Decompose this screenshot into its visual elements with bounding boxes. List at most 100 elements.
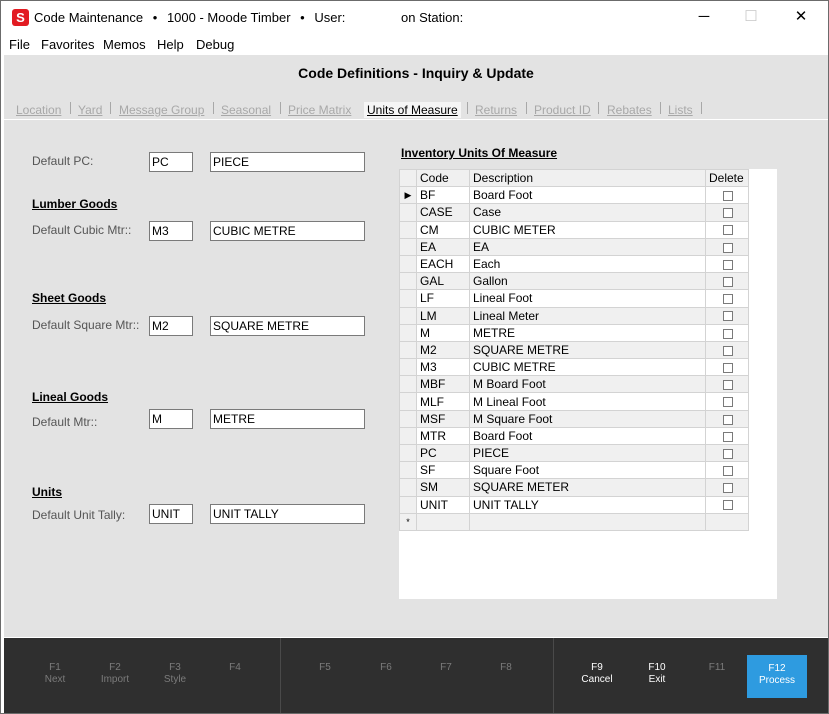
row-selector[interactable] xyxy=(399,323,417,342)
default-square-mtr-code-input[interactable] xyxy=(149,316,193,336)
description-cell[interactable]: Square Foot xyxy=(469,461,706,480)
table-row[interactable]: SF Square Foot xyxy=(399,461,749,480)
table-row[interactable]: CASE Case xyxy=(399,203,749,222)
delete-checkbox[interactable] xyxy=(723,448,733,459)
delete-checkbox[interactable] xyxy=(723,311,733,322)
delete-cell[interactable] xyxy=(705,358,749,377)
row-selector[interactable] xyxy=(399,426,417,446)
table-row[interactable]: M METRE xyxy=(399,323,749,342)
menu-memos[interactable]: Memos xyxy=(103,37,146,52)
tab-units-of-measure[interactable]: Units of Measure xyxy=(364,102,461,118)
default-cubic-mtr-code-input[interactable] xyxy=(149,221,193,241)
fkey-f3-button[interactable]: F3 Style xyxy=(145,662,205,686)
description-cell[interactable]: M Square Foot xyxy=(469,409,706,428)
tab-location[interactable]: Location xyxy=(16,103,61,117)
tab-seasonal[interactable]: Seasonal xyxy=(221,103,271,117)
table-row[interactable]: ▶ BF Board Foot xyxy=(399,186,749,205)
delete-cell[interactable] xyxy=(705,478,749,497)
delete-checkbox[interactable] xyxy=(723,414,733,425)
fkey-f8-button[interactable]: F8 xyxy=(476,662,536,674)
table-row[interactable]: M3 CUBIC METRE xyxy=(399,358,749,377)
delete-cell[interactable] xyxy=(705,495,749,514)
row-selector[interactable] xyxy=(399,478,417,497)
description-cell[interactable]: SQUARE METER xyxy=(469,478,706,497)
description-cell[interactable]: M Board Foot xyxy=(469,375,706,394)
delete-cell[interactable] xyxy=(705,392,749,411)
table-row[interactable]: MBF M Board Foot xyxy=(399,375,749,394)
default-mtr-description-input[interactable] xyxy=(210,409,365,429)
minimize-icon[interactable]: ─ xyxy=(681,1,727,33)
table-row[interactable]: LM Lineal Meter xyxy=(399,306,749,325)
default-mtr-code-input[interactable] xyxy=(149,409,193,429)
row-selector[interactable] xyxy=(399,358,417,377)
new-row[interactable]: * xyxy=(399,512,749,531)
description-cell[interactable]: CUBIC METRE xyxy=(469,358,706,377)
code-cell[interactable]: CM xyxy=(416,220,470,239)
fkey-f11-button[interactable]: F11 xyxy=(687,662,747,674)
description-cell[interactable]: SQUARE METRE xyxy=(469,340,706,360)
row-selector[interactable]: ▶ xyxy=(399,186,417,205)
row-selector[interactable] xyxy=(399,237,417,256)
code-cell[interactable]: MTR xyxy=(416,426,470,446)
delete-cell[interactable] xyxy=(705,237,749,256)
menu-help[interactable]: Help xyxy=(157,37,184,52)
table-row[interactable]: SM SQUARE METER xyxy=(399,478,749,497)
fkey-f1-button[interactable]: F1 Next xyxy=(25,662,85,686)
description-cell[interactable]: EA xyxy=(469,237,706,256)
new-row-marker[interactable]: * xyxy=(399,512,417,531)
delete-checkbox[interactable] xyxy=(723,483,733,494)
tab-price-matrix[interactable]: Price Matrix xyxy=(288,103,351,117)
description-cell[interactable]: CUBIC METER xyxy=(469,220,706,239)
delete-checkbox[interactable] xyxy=(723,225,733,236)
tab-returns[interactable]: Returns xyxy=(475,103,517,117)
delete-cell[interactable] xyxy=(705,186,749,205)
default-cubic-mtr-description-input[interactable] xyxy=(210,221,365,241)
code-cell[interactable]: GAL xyxy=(416,272,470,291)
default-pc-description-input[interactable] xyxy=(210,152,365,172)
code-cell[interactable]: UNIT xyxy=(416,495,470,514)
code-cell[interactable]: EACH xyxy=(416,254,470,274)
description-cell[interactable]: Lineal Meter xyxy=(469,306,706,325)
description-cell[interactable] xyxy=(469,512,706,531)
row-selector[interactable] xyxy=(399,220,417,239)
code-cell[interactable]: M3 xyxy=(416,358,470,377)
code-cell[interactable]: MSF xyxy=(416,409,470,428)
table-row[interactable]: GAL Gallon xyxy=(399,272,749,291)
delete-checkbox[interactable] xyxy=(723,345,733,356)
row-selector[interactable] xyxy=(399,461,417,480)
code-cell[interactable]: M2 xyxy=(416,340,470,360)
column-header-code[interactable]: Code xyxy=(416,168,470,188)
description-cell[interactable]: METRE xyxy=(469,323,706,342)
column-header-description[interactable]: Description xyxy=(469,168,706,188)
delete-checkbox[interactable] xyxy=(723,208,733,219)
delete-checkbox[interactable] xyxy=(723,431,733,442)
description-cell[interactable]: Lineal Foot xyxy=(469,289,706,308)
delete-cell[interactable] xyxy=(705,512,749,531)
delete-cell[interactable] xyxy=(705,220,749,239)
default-square-mtr-description-input[interactable] xyxy=(210,316,365,336)
column-header-delete[interactable]: Delete xyxy=(705,168,749,188)
delete-checkbox[interactable] xyxy=(723,500,733,511)
code-cell[interactable] xyxy=(416,512,470,531)
table-row[interactable]: M2 SQUARE METRE xyxy=(399,340,749,360)
delete-checkbox[interactable] xyxy=(723,277,733,288)
fkey-f9-button[interactable]: F9 Cancel xyxy=(567,662,627,686)
menu-file[interactable]: File xyxy=(9,37,30,52)
description-cell[interactable]: Gallon xyxy=(469,272,706,291)
code-cell[interactable]: LF xyxy=(416,289,470,308)
tab-rebates[interactable]: Rebates xyxy=(607,103,652,117)
row-selector[interactable] xyxy=(399,375,417,394)
table-row[interactable]: MSF M Square Foot xyxy=(399,409,749,428)
table-row[interactable]: UNIT UNIT TALLY xyxy=(399,495,749,514)
close-icon[interactable]: ✕ xyxy=(778,1,824,33)
delete-cell[interactable] xyxy=(705,340,749,360)
delete-checkbox[interactable] xyxy=(723,328,733,339)
delete-cell[interactable] xyxy=(705,306,749,325)
delete-cell[interactable] xyxy=(705,461,749,480)
code-cell[interactable]: LM xyxy=(416,306,470,325)
code-cell[interactable]: EA xyxy=(416,237,470,256)
description-cell[interactable]: PIECE xyxy=(469,443,706,463)
code-cell[interactable]: PC xyxy=(416,443,470,463)
delete-checkbox[interactable] xyxy=(723,242,733,253)
row-selector[interactable] xyxy=(399,409,417,428)
